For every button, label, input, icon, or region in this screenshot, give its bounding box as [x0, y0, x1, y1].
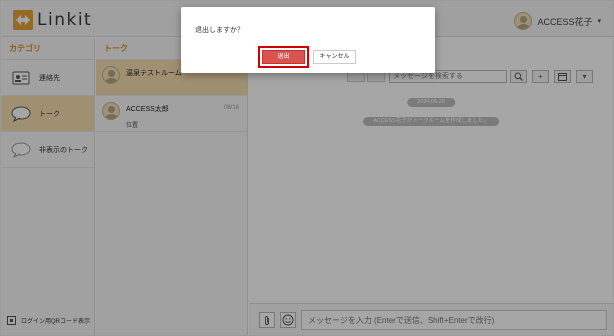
dialog-message: 退出しますか？ [195, 27, 244, 34]
cancel-button[interactable]: キャンセル [313, 50, 356, 64]
exit-button[interactable]: 退出 [262, 50, 305, 64]
exit-confirm-dialog: 退出しますか？ 退出 キャンセル [181, 7, 435, 73]
app-window: Linkit ACCESS花子 ▾ カテゴリ 連絡先 トーク 非表示のトーク ロ… [0, 0, 614, 336]
